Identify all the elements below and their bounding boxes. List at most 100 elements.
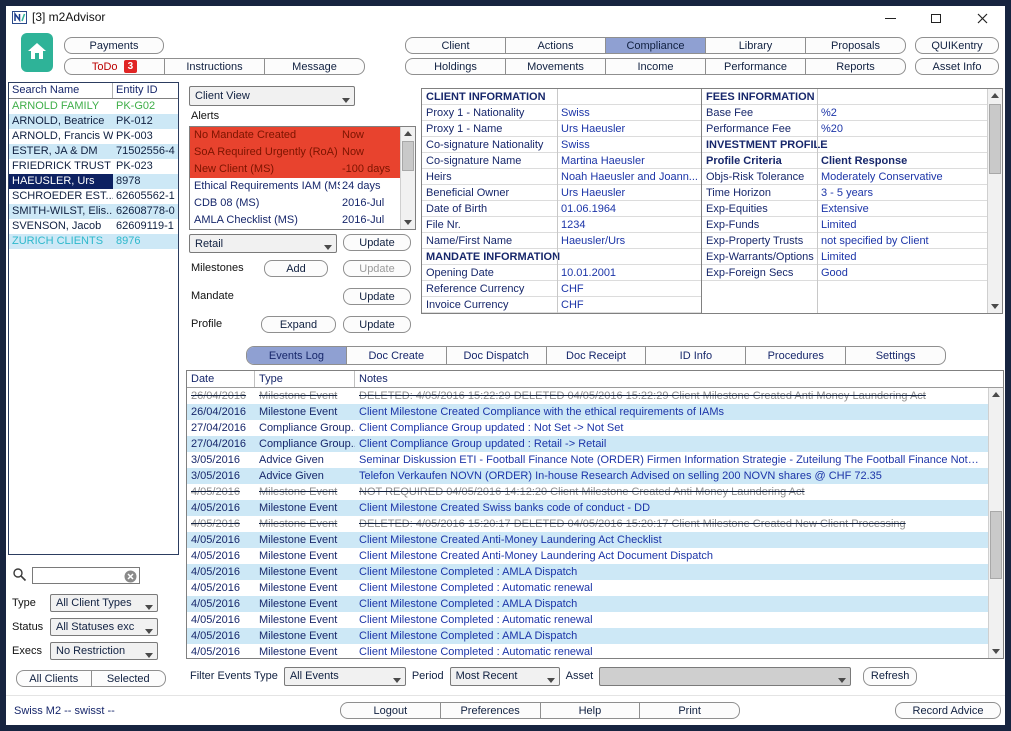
quikentry-button[interactable]: QUIKentry <box>915 37 999 54</box>
event-row[interactable]: 3/05/2016 Advice Given Telefon Verkaufen N… <box>187 468 988 484</box>
profile-expand-button[interactable]: Expand <box>261 316 336 333</box>
tab-compliance[interactable]: Compliance <box>606 38 706 53</box>
client-row[interactable]: FRIEDRICK TRUST PK-023 <box>9 159 178 174</box>
retail-update-button[interactable]: Update <box>343 234 411 251</box>
alert-item[interactable]: Ethical Requirements IAM (MS) 24 days <box>190 178 415 195</box>
tab-client[interactable]: Client <box>406 38 506 53</box>
column-search-name[interactable]: Search Name <box>9 83 113 98</box>
column-type[interactable]: Type <box>255 371 355 387</box>
client-row[interactable]: ARNOLD FAMILY PK-G02 <box>9 99 178 114</box>
client-row[interactable]: ARNOLD, Francis W PK-003 <box>9 129 178 144</box>
client-row[interactable]: ESTER, JA & DM 71502556-4 <box>9 144 178 159</box>
tab-income[interactable]: Income <box>606 59 706 74</box>
tab-movements[interactable]: Movements <box>506 59 606 74</box>
event-row[interactable]: 4/05/2016 Milestone Event Client Milestone… <box>187 580 988 596</box>
maximize-button[interactable] <box>921 6 951 30</box>
scroll-down-icon[interactable] <box>989 645 1003 658</box>
footer-preferences-button[interactable]: Preferences <box>441 703 541 718</box>
tab-doc-dispatch[interactable]: Doc Dispatch <box>447 347 547 364</box>
event-row[interactable]: 27/04/2016 Compliance Group... Client Comp… <box>187 420 988 436</box>
event-row[interactable]: 4/05/2016 Milestone Event Client Milestone… <box>187 612 988 628</box>
alert-item[interactable]: SoA Required Urgently (RoA) Now <box>190 144 415 161</box>
events-scrollbar[interactable] <box>988 388 1003 658</box>
home-button[interactable] <box>21 33 53 72</box>
scroll-thumb[interactable] <box>402 141 414 171</box>
all-clients-button[interactable]: All Clients <box>17 671 92 686</box>
scroll-track[interactable] <box>989 401 1003 645</box>
close-button[interactable] <box>967 6 997 30</box>
alert-item[interactable]: New Client (MS) -100 days <box>190 161 415 178</box>
tab-settings[interactable]: Settings <box>846 347 945 364</box>
tab-reports[interactable]: Reports <box>806 59 905 74</box>
view-select[interactable]: Client View <box>189 86 355 106</box>
scroll-down-icon[interactable] <box>401 216 415 229</box>
alert-item[interactable]: AMLA Checklist (MS) 2016-Jul <box>190 212 415 229</box>
retail-select[interactable]: Retail <box>189 234 337 253</box>
client-search-input[interactable] <box>35 569 123 582</box>
column-entity-id[interactable]: Entity ID <box>113 83 178 98</box>
scroll-track[interactable] <box>401 140 415 216</box>
alert-item[interactable]: No Mandate Created Now <box>190 127 415 144</box>
todo-button[interactable]: ToDo 3 <box>65 59 165 74</box>
scroll-up-icon[interactable] <box>401 127 415 140</box>
alert-item[interactable]: CDB 08 (MS) 2016-Jul <box>190 195 415 212</box>
milestones-add-button[interactable]: Add <box>264 260 328 277</box>
type-select[interactable]: All Client Types <box>50 594 158 612</box>
scroll-up-icon[interactable] <box>989 388 1003 401</box>
tab-proposals[interactable]: Proposals <box>806 38 905 53</box>
event-row[interactable]: 4/05/2016 Milestone Event Client Milestone… <box>187 628 988 644</box>
tab-doc-receipt[interactable]: Doc Receipt <box>547 347 647 364</box>
event-row[interactable]: 4/05/2016 Milestone Event Client Milestone… <box>187 532 988 548</box>
tab-library[interactable]: Library <box>706 38 806 53</box>
footer-logout-button[interactable]: Logout <box>341 703 441 718</box>
tab-holdings[interactable]: Holdings <box>406 59 506 74</box>
status-select[interactable]: All Statuses exc <box>50 618 158 636</box>
event-row[interactable]: 26/04/2016 Milestone Event Client Mileston… <box>187 404 988 420</box>
client-row[interactable]: ZURICH CLIENTS 8976 <box>9 234 178 249</box>
minimize-button[interactable] <box>875 6 905 30</box>
event-row[interactable]: 4/05/2016 Milestone Event NOT REQUIRED 04/… <box>187 484 988 500</box>
client-row[interactable]: HAEUSLER, Urs 8978 <box>9 174 178 189</box>
event-row[interactable]: 4/05/2016 Milestone Event Client Milestone… <box>187 500 988 516</box>
scroll-thumb[interactable] <box>990 510 1002 580</box>
tab-doc-create[interactable]: Doc Create <box>347 347 447 364</box>
event-row[interactable]: 3/05/2016 Advice Given Seminar Diskussion … <box>187 452 988 468</box>
client-info-scrollbar[interactable] <box>987 89 1002 313</box>
footer-print-button[interactable]: Print <box>640 703 739 718</box>
client-row[interactable]: SVENSON, Jacob 62609119-1 <box>9 219 178 234</box>
execs-select[interactable]: No Restriction <box>50 642 158 660</box>
footer-help-button[interactable]: Help <box>541 703 641 718</box>
asset-info-button[interactable]: Asset Info <box>915 58 999 75</box>
tab-performance[interactable]: Performance <box>706 59 806 74</box>
period-select[interactable]: Most Recent <box>449 666 560 686</box>
event-row[interactable]: 4/05/2016 Milestone Event Client Milestone… <box>187 564 988 580</box>
client-row[interactable]: SCHROEDER EST... 62605562-1 <box>9 189 178 204</box>
client-row[interactable]: SMITH-WILST, Elis... 62608778-0 <box>9 204 178 219</box>
tab-events-log[interactable]: Events Log <box>247 347 347 364</box>
refresh-button[interactable]: Refresh <box>863 666 918 686</box>
column-notes[interactable]: Notes <box>355 371 988 387</box>
event-row[interactable]: 27/04/2016 Compliance Group... Client Comp… <box>187 436 988 452</box>
tab-procedures[interactable]: Procedures <box>746 347 847 364</box>
record-advice-button[interactable]: Record Advice <box>895 702 1001 719</box>
event-row[interactable]: 4/05/2016 Milestone Event Client Milestone… <box>187 644 988 658</box>
client-row[interactable]: ARNOLD, Beatrice PK-012 <box>9 114 178 129</box>
event-row[interactable]: 26/04/2016 Milestone Event DELETED: 4/05/2… <box>187 388 988 404</box>
selected-clients-button[interactable]: Selected <box>92 671 166 686</box>
tab-actions[interactable]: Actions <box>506 38 606 53</box>
mandate-update-button[interactable]: Update <box>343 288 411 305</box>
alerts-scrollbar[interactable] <box>400 127 415 229</box>
scroll-track[interactable] <box>988 102 1002 300</box>
message-button[interactable]: Message <box>265 59 364 74</box>
clear-search-icon[interactable] <box>124 570 137 586</box>
payments-button[interactable]: Payments <box>64 37 164 54</box>
events-type-select[interactable]: All Events <box>283 666 406 686</box>
event-row[interactable]: 4/05/2016 Milestone Event DELETED: 4/05/20… <box>187 516 988 532</box>
scroll-down-icon[interactable] <box>988 300 1002 313</box>
profile-update-button[interactable]: Update <box>343 316 411 333</box>
scroll-thumb[interactable] <box>989 104 1001 174</box>
tab-id-info[interactable]: ID Info <box>646 347 747 364</box>
instructions-button[interactable]: Instructions <box>165 59 265 74</box>
event-row[interactable]: 4/05/2016 Milestone Event Client Milestone… <box>187 548 988 564</box>
event-row[interactable]: 4/05/2016 Milestone Event Client Milestone… <box>187 596 988 612</box>
